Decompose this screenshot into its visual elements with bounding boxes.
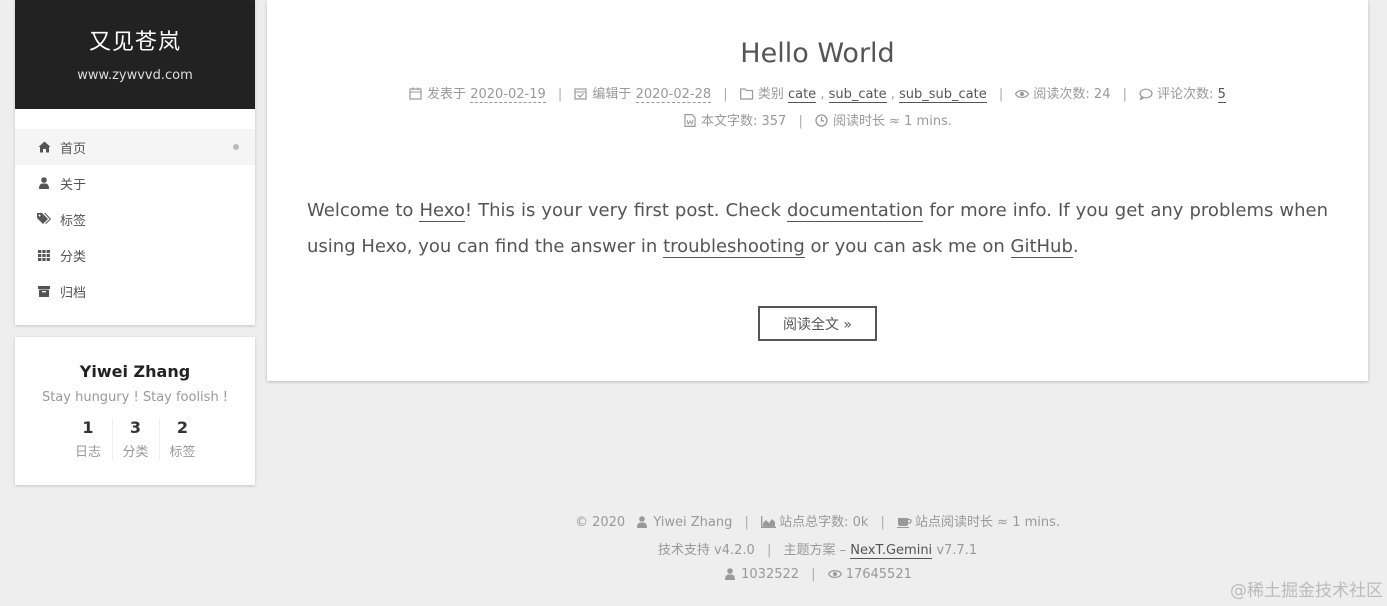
read-time: 阅读时长 ≈ 1 mins.	[833, 114, 952, 129]
text: .	[1072, 236, 1079, 257]
active-indicator	[233, 144, 239, 150]
category-link[interactable]: sub_sub_cate	[898, 87, 987, 103]
stat-count: 2	[176, 418, 189, 437]
sidebar: 又见苍岚 www.zywvvd.com 首页 关于 标签 分类 归档	[15, 0, 255, 325]
posted-label: 发表于	[427, 87, 467, 102]
author-description: Stay hungury ! Stay foolish !	[41, 390, 229, 405]
stat-label: 日志	[74, 445, 101, 460]
calendar-icon	[409, 87, 422, 100]
coffee-icon	[897, 516, 912, 529]
documentation-link[interactable]: documentation	[786, 200, 924, 222]
category-label: 类别	[757, 87, 784, 102]
theme-link[interactable]: NexT.Gemini	[850, 543, 933, 559]
site-title[interactable]: 又见苍岚	[15, 0, 255, 56]
user-icon	[37, 176, 51, 190]
stat-label: 标签	[169, 445, 196, 460]
tags-icon	[37, 212, 51, 226]
footer-author: Yiwei Zhang	[653, 515, 733, 530]
hexo-link[interactable]: Hexo	[419, 200, 465, 222]
author-card: Yiwei Zhang Stay hungury ! Stay foolish …	[15, 337, 255, 485]
stat-categories[interactable]: 3 分类	[111, 418, 159, 460]
edited-date: 2020-02-28	[635, 87, 712, 103]
file-word-icon	[683, 114, 696, 127]
powered-by: 技术支持 v4.2.0	[657, 543, 755, 558]
post-meta-secondary: 本文字数: 357 | 阅读时长 ≈ 1 mins.	[267, 110, 1368, 129]
text: or you can ask me on	[804, 236, 1011, 257]
stat-label: 分类	[122, 445, 149, 460]
divider: |	[811, 567, 816, 582]
theme-version: v7.7.1	[936, 543, 978, 558]
home-icon	[37, 140, 51, 154]
site-read-time: 站点阅读时长 ≈ 1 mins.	[915, 515, 1061, 530]
divider: |	[880, 515, 885, 530]
eye-icon	[827, 568, 842, 581]
watermark: @稀土掘金技术社区	[1230, 581, 1383, 601]
word-count: 本文字数: 357	[701, 114, 787, 129]
menu-item-about[interactable]: 关于	[15, 165, 255, 201]
divider: |	[1122, 87, 1127, 102]
post-card: Hello World 发表于 2020-02-19 | 编辑于 2020-02…	[267, 0, 1368, 381]
menu-label: 标签	[60, 213, 87, 229]
footer-line-1: © 2020 Yiwei Zhang | 站点总字数: 0k | 站点阅读时长 …	[267, 511, 1368, 530]
stat-posts[interactable]: 1 日志	[65, 418, 112, 460]
area-chart-icon	[761, 516, 777, 529]
page-view-count: 17645521	[845, 567, 912, 582]
troubleshooting-link[interactable]: troubleshooting	[663, 236, 805, 258]
calendar-check-icon	[574, 87, 588, 100]
visitor-count: 1032522	[741, 567, 800, 582]
read-more-button[interactable]: 阅读全文 »	[758, 306, 877, 341]
stat-tags[interactable]: 2 标签	[158, 418, 206, 460]
divider: |	[744, 515, 749, 530]
copyright: © 2020	[574, 515, 626, 530]
text: ! This is your very first post. Check	[464, 200, 787, 221]
menu-label: 关于	[60, 177, 87, 193]
site-stats: 1 日志 3 分类 2 标签	[15, 418, 255, 460]
comment-icon	[1139, 88, 1153, 101]
views-count: 阅读次数: 24	[1033, 87, 1111, 102]
posted-date: 2020-02-19	[470, 87, 546, 103]
site-brand: 又见苍岚 www.zywvvd.com	[15, 0, 255, 109]
github-link[interactable]: GitHub	[1010, 236, 1073, 258]
menu-label: 首页	[60, 141, 87, 157]
author-name: Yiwei Zhang	[79, 362, 191, 381]
post-excerpt: Welcome to Hexo! This is your very first…	[307, 193, 1328, 265]
user-icon	[723, 568, 736, 581]
site-word-count: 站点总字数: 0k	[779, 515, 869, 530]
menu-item-tags[interactable]: 标签	[15, 201, 255, 237]
menu-item-archives[interactable]: 归档	[15, 273, 255, 309]
divider: |	[798, 114, 803, 129]
folder-icon	[739, 88, 753, 101]
footer-line-2: 技术支持 v4.2.0 | 主题方案 – NexT.Gemini v7.7.1	[267, 539, 1368, 559]
menu-item-home[interactable]: 首页	[15, 129, 255, 165]
menu-label: 归档	[60, 285, 87, 301]
theme-label: 主题方案 –	[783, 543, 847, 558]
comments-count-link[interactable]: 5	[1217, 87, 1226, 103]
text: Welcome to	[307, 200, 420, 221]
footer-line-3: 1032522 | 17645521	[267, 567, 1368, 582]
th-icon	[37, 248, 51, 262]
stat-count: 1	[82, 418, 94, 437]
category-link[interactable]: cate	[787, 87, 817, 103]
post-title[interactable]: Hello World	[267, 38, 1368, 69]
main-menu: 首页 关于 标签 分类 归档	[15, 129, 255, 309]
divider: |	[766, 543, 772, 558]
eye-icon	[1015, 88, 1030, 101]
menu-label: 分类	[60, 249, 87, 265]
site-subtitle: www.zywvvd.com	[77, 68, 193, 83]
post-meta: 发表于 2020-02-19 | 编辑于 2020-02-28 | 类别 cat…	[267, 83, 1368, 103]
clock-icon	[815, 114, 828, 127]
divider: |	[557, 87, 563, 102]
user-icon	[635, 516, 648, 529]
divider: |	[998, 87, 1004, 102]
edited-label: 编辑于	[592, 87, 632, 102]
category-link[interactable]: sub_cate	[828, 87, 887, 103]
archive-icon	[37, 284, 51, 298]
comments-label: 评论次数:	[1157, 87, 1214, 102]
stat-count: 3	[129, 418, 142, 437]
divider: |	[723, 87, 728, 102]
menu-item-categories[interactable]: 分类	[15, 237, 255, 273]
